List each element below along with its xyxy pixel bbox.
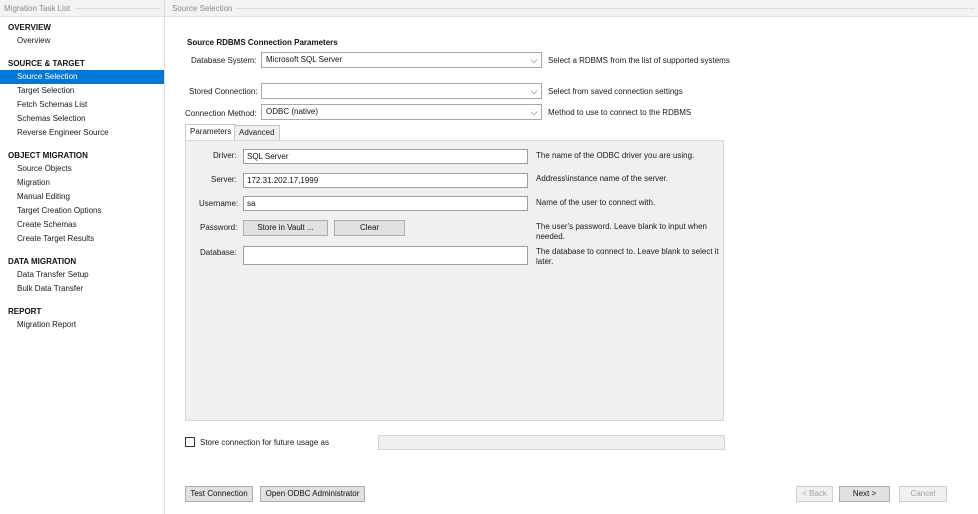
clear-password-button[interactable]: Clear	[334, 220, 405, 236]
task-item[interactable]: Schemas Selection	[0, 112, 164, 126]
task-item[interactable]: Overview	[0, 34, 164, 48]
server-hint: Address\instance name of the server.	[536, 174, 669, 183]
test-connection-button[interactable]: Test Connection	[185, 486, 253, 502]
section-title: OBJECT MIGRATION	[8, 151, 88, 160]
database-system-label: Database System:	[191, 56, 257, 65]
tab-advanced[interactable]: Advanced	[234, 125, 280, 140]
stored-connection-select[interactable]: ⌵	[261, 83, 542, 99]
store-connection-label: Store connection for future usage as	[200, 438, 329, 447]
connection-method-hint: Method to use to connect to the RDBMS	[548, 108, 692, 117]
chevron-down-icon[interactable]: ⌵	[530, 84, 538, 98]
page-header-title: Source Selection	[172, 3, 233, 13]
task-item[interactable]: Source Selection	[0, 70, 164, 84]
task-item[interactable]: Migration Report	[0, 318, 164, 332]
page-title: Source RDBMS Connection Parameters	[187, 38, 338, 47]
server-label: Server:	[211, 175, 237, 184]
task-item[interactable]: Fetch Schemas List	[0, 98, 164, 112]
store-connection-name-field[interactable]	[378, 435, 725, 450]
server-field[interactable]: 172.31.202.17,1999	[243, 173, 528, 188]
task-item[interactable]: Target Selection	[0, 84, 164, 98]
task-item[interactable]: Migration	[0, 176, 164, 190]
database-system-value: Microsoft SQL Server	[266, 55, 343, 64]
password-label: Password:	[200, 223, 238, 232]
open-odbc-administrator-button[interactable]: Open ODBC Administrator	[260, 486, 365, 502]
task-item[interactable]: Bulk Data Transfer	[0, 282, 164, 296]
stored-connection-hint: Select from saved connection settings	[548, 87, 683, 96]
database-hint: The database to connect to. Leave blank …	[536, 247, 719, 266]
next-button[interactable]: Next >	[839, 486, 890, 502]
database-system-select[interactable]: Microsoft SQL Server ⌵	[261, 52, 542, 68]
task-list-title: Migration Task List	[4, 3, 71, 13]
connection-method-label: Connection Method:	[185, 109, 257, 118]
section-title: DATA MIGRATION	[8, 257, 77, 266]
page-header: Source Selection	[165, 0, 978, 17]
section-title: SOURCE & TARGET	[8, 59, 85, 68]
password-hint: The user's password. Leave blank to inpu…	[536, 222, 707, 241]
task-item[interactable]: Source Objects	[0, 162, 164, 176]
username-field[interactable]: sa	[243, 196, 528, 211]
source-selection-page: Source Selection Source RDBMS Connection…	[165, 0, 978, 514]
store-connection-checkbox[interactable]	[185, 437, 195, 447]
database-label: Database:	[200, 248, 237, 257]
driver-label: Driver:	[213, 151, 237, 160]
connection-method-value: ODBC (native)	[266, 107, 319, 116]
task-list-panel: Migration Task List OVERVIEW Overview SOUR…	[0, 0, 165, 514]
section-title: OVERVIEW	[8, 23, 51, 32]
task-item[interactable]: Create Target Results	[0, 232, 164, 246]
connection-method-select[interactable]: ODBC (native) ⌵	[261, 104, 542, 120]
driver-hint: The name of the ODBC driver you are usin…	[536, 151, 695, 160]
back-button[interactable]: < Back	[796, 486, 833, 502]
task-item[interactable]: Manual Editing	[0, 190, 164, 204]
task-item[interactable]: Create Schemas	[0, 218, 164, 232]
task-item[interactable]: Reverse Engineer Source	[0, 126, 164, 140]
task-list-header: Migration Task List	[0, 0, 164, 17]
tab-parameters[interactable]: Parameters	[185, 124, 237, 140]
task-item[interactable]: Data Transfer Setup	[0, 268, 164, 282]
stored-connection-label: Stored Connection:	[189, 87, 258, 96]
cancel-button[interactable]: Cancel	[899, 486, 947, 502]
task-sections: OVERVIEW Overview SOURCE & TARGET Source Se…	[0, 22, 164, 332]
store-in-vault-button[interactable]: Store in Vault ...	[243, 220, 328, 236]
chevron-down-icon[interactable]: ⌵	[530, 105, 538, 119]
username-hint: Name of the user to connect with.	[536, 198, 656, 207]
task-item[interactable]: Target Creation Options	[0, 204, 164, 218]
parameters-tab-panel: Driver: SQL Server The name of the ODBC …	[185, 140, 724, 421]
database-field[interactable]	[243, 246, 528, 265]
chevron-down-icon[interactable]: ⌵	[530, 53, 538, 67]
database-system-hint: Select a RDBMS from the list of supporte…	[548, 56, 730, 65]
section-title: REPORT	[8, 307, 42, 316]
username-label: Username:	[199, 199, 239, 208]
driver-field[interactable]: SQL Server	[243, 149, 528, 164]
